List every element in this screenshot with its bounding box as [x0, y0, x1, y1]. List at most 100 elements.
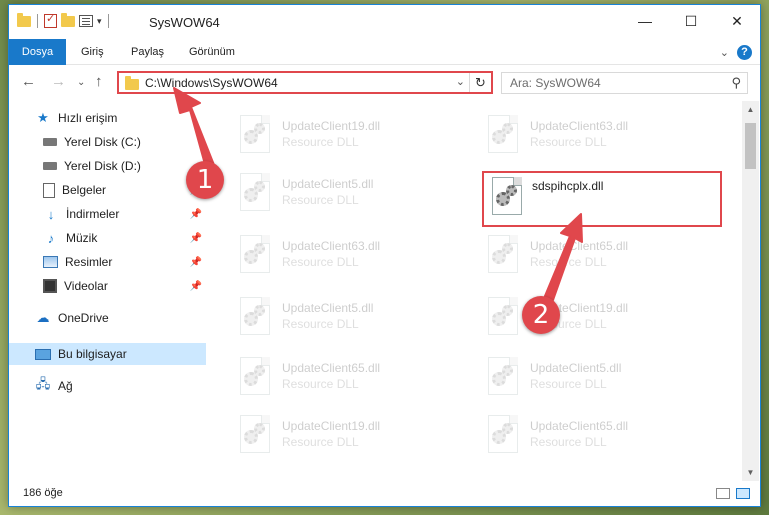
pin-icon[interactable]: 📌: [190, 257, 202, 268]
title-bar: ▾ SysWOW64 — ☐ ✕: [9, 5, 760, 39]
file-item[interactable]: UpdateClient65.dll Resource DLL: [462, 405, 702, 461]
navigation-bar: ← → ⌄ ↑ C:\Windows\SysWOW64 ⌄ ↻ ⚲: [9, 67, 760, 99]
videos-icon: [43, 279, 57, 293]
file-name: UpdateClient63.dll: [282, 239, 381, 253]
close-button[interactable]: ✕: [714, 5, 760, 37]
sidebar-item-downloads[interactable]: ↓ İndirmeler 📌: [9, 203, 206, 225]
file-name: UpdateClient19.dll: [282, 119, 381, 133]
scroll-down-arrow-icon[interactable]: ▼: [742, 464, 759, 481]
file-item[interactable]: UpdateClient63.dll Resource DLL: [462, 105, 702, 161]
file-name: UpdateClient65.dll: [530, 419, 629, 433]
up-arrow-icon[interactable]: ↑: [95, 73, 103, 90]
details-view-icon[interactable]: [716, 488, 730, 499]
file-item[interactable]: UpdateClient65.dll Resource DLL: [462, 225, 702, 281]
scroll-up-arrow-icon[interactable]: ▲: [742, 101, 759, 118]
file-name: UpdateClient5.dll: [282, 177, 374, 191]
sidebar-item-label: Belgeler: [62, 183, 107, 197]
sidebar-item-onedrive[interactable]: ☁ OneDrive: [9, 307, 206, 329]
file-list: UpdateClient19.dll Resource DLL UpdateCl…: [214, 101, 742, 481]
tab-file[interactable]: Dosya: [9, 39, 66, 65]
toolbar-divider: [37, 14, 38, 28]
back-arrow-icon[interactable]: ←: [21, 73, 36, 90]
dll-file-icon: [488, 177, 524, 219]
search-input[interactable]: [502, 73, 712, 93]
dll-file-icon: [484, 297, 520, 339]
dll-file-icon: [484, 115, 520, 157]
expand-ribbon-chevron-icon[interactable]: ⌄: [720, 46, 729, 59]
customize-toolbar-chevron-icon[interactable]: ▾: [97, 16, 102, 27]
sidebar-item-pictures[interactable]: Resimler 📌: [9, 251, 206, 273]
documents-icon: [43, 182, 55, 198]
file-item[interactable]: UpdateClient19.dll Resource DLL: [214, 105, 454, 161]
toolbar-divider: [107, 14, 109, 28]
tab-share[interactable]: Paylaş: [121, 39, 174, 65]
sidebar-item-network[interactable]: 🖧 Ağ: [9, 375, 206, 397]
tab-home[interactable]: Giriş: [71, 39, 114, 65]
sidebar-item-label: Yerel Disk (C:): [64, 135, 141, 149]
file-item[interactable]: UpdateClient65.dll Resource DLL: [214, 347, 454, 403]
drive-icon: [43, 162, 57, 170]
sidebar-item-this-pc[interactable]: Bu bilgisayar: [9, 343, 206, 365]
help-icon[interactable]: ?: [737, 45, 752, 60]
pin-icon[interactable]: 📌: [190, 209, 202, 220]
ribbon-tabs: Dosya Giriş Paylaş Görünüm ⌄ ?: [9, 39, 760, 65]
dll-file-icon: [484, 357, 520, 399]
pictures-icon: [43, 256, 58, 268]
file-item[interactable]: UpdateClient19.dll Resource DLL: [214, 405, 454, 461]
sidebar-item-documents[interactable]: Belgeler 📌: [9, 179, 206, 201]
file-type: Resource DLL: [282, 317, 359, 331]
dll-file-icon: [236, 297, 272, 339]
item-count: 186 öğe: [23, 487, 63, 499]
address-bar[interactable]: C:\Windows\SysWOW64 ⌄ ↻: [117, 71, 493, 94]
file-type: Resource DLL: [530, 377, 607, 391]
sidebar-item-local-disk-d[interactable]: Yerel Disk (D:): [9, 155, 206, 177]
sidebar-item-label: Yerel Disk (D:): [64, 159, 141, 173]
computer-icon: [35, 348, 51, 360]
search-icon[interactable]: ⚲: [731, 75, 741, 91]
maximize-button[interactable]: ☐: [668, 5, 714, 37]
file-name: UpdateClient19.dll: [282, 419, 381, 433]
pin-icon[interactable]: 📌: [190, 233, 202, 244]
sidebar-item-quick-access[interactable]: ★ Hızlı erişim: [9, 107, 206, 129]
file-type: Resource DLL: [282, 377, 359, 391]
large-icons-view-icon[interactable]: [736, 488, 750, 499]
address-path[interactable]: C:\Windows\SysWOW64: [145, 76, 278, 90]
recent-locations-chevron-icon[interactable]: ⌄: [77, 77, 85, 88]
file-item[interactable]: UpdateClient5.dll Resource DLL: [462, 347, 702, 403]
folder-icon: [17, 12, 31, 27]
file-type: Resource DLL: [282, 255, 359, 269]
file-type: Resource DLL: [282, 435, 359, 449]
properties-check-icon[interactable]: [44, 12, 57, 28]
sidebar-item-local-disk-c[interactable]: Yerel Disk (C:): [9, 131, 206, 153]
refresh-icon[interactable]: ↻: [469, 73, 491, 92]
vertical-scrollbar[interactable]: ▲ ▼: [742, 101, 759, 481]
file-name: UpdateClient5.dll: [530, 361, 622, 375]
new-folder-icon[interactable]: [61, 12, 75, 27]
file-name: sdspihcplx.dll: [532, 179, 604, 193]
sidebar-item-videos[interactable]: Videolar 📌: [9, 275, 206, 297]
search-box[interactable]: ⚲: [501, 72, 748, 94]
file-item-highlighted[interactable]: sdspihcplx.dll: [482, 171, 722, 227]
file-item[interactable]: UpdateClient5.dll Resource DLL: [214, 287, 454, 343]
file-item[interactable]: UpdateClient63.dll Resource DLL: [214, 225, 454, 281]
sidebar-item-label: İndirmeler: [66, 207, 120, 221]
file-type: Resource DLL: [530, 135, 607, 149]
star-icon: ★: [37, 110, 49, 125]
view-properties-icon[interactable]: [79, 15, 93, 27]
sidebar-item-music[interactable]: ♪ Müzik 📌: [9, 227, 206, 249]
file-item[interactable]: UpdateClient19.dll Resource DLL: [462, 287, 702, 343]
minimize-button[interactable]: —: [622, 5, 668, 37]
step-1-badge: 1: [186, 161, 224, 199]
file-name: UpdateClient65.dll: [282, 361, 381, 375]
tab-view[interactable]: Görünüm: [179, 39, 245, 65]
pin-icon[interactable]: 📌: [190, 281, 202, 292]
scrollbar-thumb[interactable]: [745, 123, 756, 169]
explorer-window: ▾ SysWOW64 — ☐ ✕ Dosya Giriş Paylaş Görü…: [8, 4, 761, 507]
dll-file-icon: [236, 173, 272, 215]
file-name: UpdateClient5.dll: [282, 301, 374, 315]
file-type: Resource DLL: [282, 135, 359, 149]
forward-arrow-icon[interactable]: →: [51, 73, 66, 90]
address-history-chevron-icon[interactable]: ⌄: [456, 75, 465, 88]
file-item[interactable]: UpdateClient5.dll Resource DLL: [214, 163, 454, 219]
sidebar-item-label: OneDrive: [58, 311, 109, 325]
